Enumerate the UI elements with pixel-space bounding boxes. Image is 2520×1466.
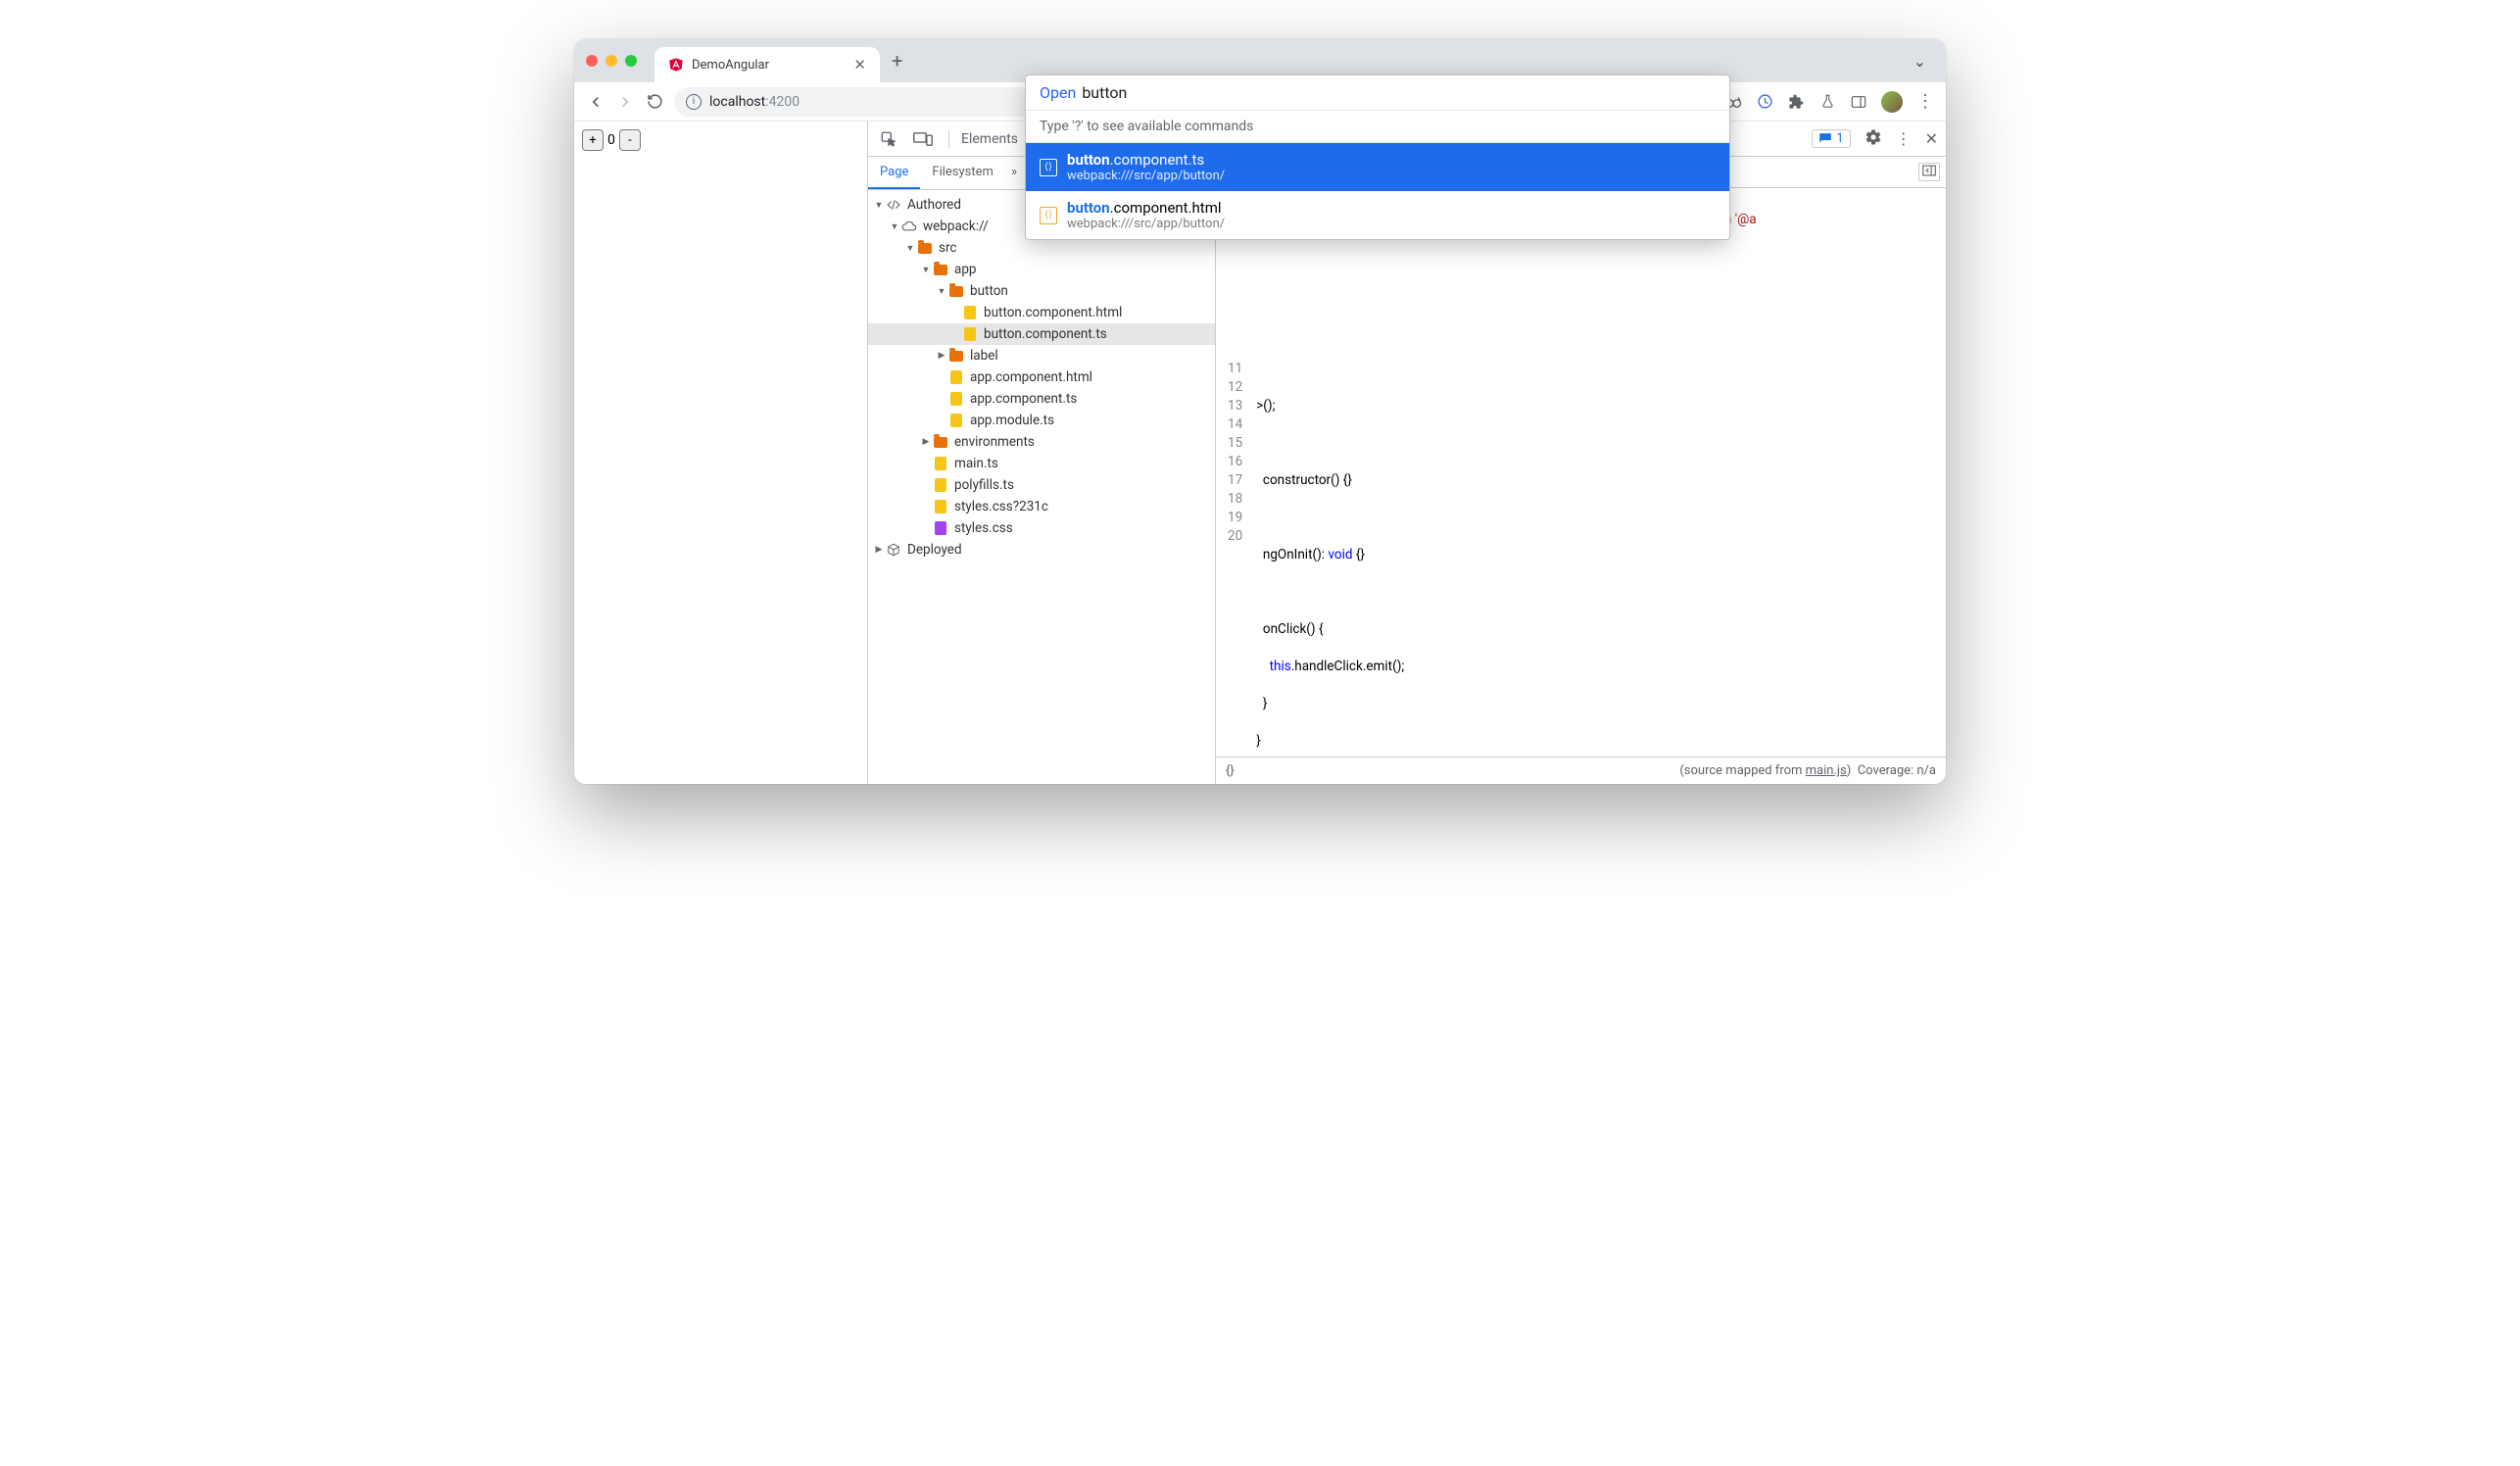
tree-button-html[interactable]: button.component.html — [868, 302, 1215, 323]
tab-elements[interactable]: Elements — [961, 131, 1018, 147]
file-type-icon: ⟨⟩ — [1040, 159, 1057, 176]
back-button[interactable] — [586, 92, 606, 112]
issues-icon — [1818, 132, 1832, 146]
quick-open-dialog: Open Type '?' to see available commands … — [1025, 122, 1730, 240]
code-editor[interactable]: 11 12 13 14 15 16 17 18 19 20 xxxxxxxxxx… — [1216, 188, 1946, 757]
tree-app-module[interactable]: app.module.ts — [868, 410, 1215, 431]
tree-label-folder[interactable]: ▶label — [868, 345, 1215, 366]
extension-icon-3[interactable] — [1756, 93, 1773, 111]
maximize-window-button[interactable] — [625, 55, 637, 67]
issues-count: 1 — [1836, 131, 1843, 146]
file-icon — [933, 477, 948, 493]
new-tab-button[interactable]: + — [892, 49, 902, 73]
tree-app-html[interactable]: app.component.html — [868, 366, 1215, 388]
settings-gear-icon[interactable] — [1865, 128, 1882, 150]
devtools-close-button[interactable]: ✕ — [1925, 129, 1938, 148]
folder-icon — [948, 348, 964, 364]
pretty-print-button[interactable]: {} — [1226, 763, 1235, 778]
line-gutter: 11 12 13 14 15 16 17 18 19 20 — [1216, 188, 1248, 757]
code-content: xxxxxxxxxxxxxxxxxxxxxxxxxxxxxxxxxxxxxxxx… — [1248, 188, 1764, 757]
page-viewport: + 0 - — [574, 122, 868, 784]
source-tree: ▼Authored ▼webpack:// ▼src ▼app ▼button … — [868, 190, 1215, 784]
file-type-icon: ⟨⟩ — [1040, 207, 1057, 224]
tree-styles[interactable]: styles.css — [868, 517, 1215, 539]
close-window-button[interactable] — [586, 55, 598, 67]
site-info-icon[interactable]: i — [686, 94, 702, 110]
url-port: :4200 — [765, 94, 800, 110]
subtab-filesystem[interactable]: Filesystem — [920, 157, 1005, 189]
inspect-element-button[interactable] — [876, 128, 901, 150]
file-icon — [948, 413, 964, 428]
window-controls — [586, 55, 637, 67]
source-map-link[interactable]: main.js — [1806, 763, 1847, 778]
file-icon — [933, 499, 948, 514]
tab-close-button[interactable]: ✕ — [853, 56, 866, 73]
tree-button-ts[interactable]: button.component.ts — [868, 323, 1215, 345]
folder-icon — [933, 262, 948, 277]
tree-environments[interactable]: ▶environments — [868, 431, 1215, 453]
angular-icon — [668, 57, 684, 73]
devtools-toolbar-right: 1 ⋮ ✕ — [1812, 128, 1938, 150]
tree-deployed[interactable]: ▶Deployed — [868, 539, 1215, 561]
folder-icon — [917, 240, 933, 256]
tree-button-folder[interactable]: ▼button — [868, 280, 1215, 302]
devtools-body: Page Filesystem » ▼Authored ▼webpack:// … — [868, 157, 1946, 784]
cube-icon — [886, 542, 901, 558]
file-icon — [962, 326, 978, 342]
content-split: + 0 - Elements Console Sources Network P… — [574, 122, 1946, 784]
labs-flask-icon[interactable] — [1818, 93, 1836, 111]
status-right: (source mapped from main.js) Coverage: n… — [1679, 763, 1936, 778]
file-icon — [933, 456, 948, 471]
quick-open-hint: Type '?' to see available commands — [1026, 122, 1729, 143]
editor-statusbar: {} (source mapped from main.js) Coverage… — [1216, 757, 1946, 784]
decrement-button[interactable]: - — [619, 129, 641, 151]
tree-app-ts[interactable]: app.component.ts — [868, 388, 1215, 410]
minimize-window-button[interactable] — [606, 55, 617, 67]
divider — [948, 130, 949, 148]
quick-open-result[interactable]: ⟨⟩ button.component.ts webpack:///src/ap… — [1026, 143, 1729, 191]
tree-app[interactable]: ▼app — [868, 259, 1215, 280]
file-icon — [948, 369, 964, 385]
tree-styles-q[interactable]: styles.css?231c — [868, 496, 1215, 517]
devtools-menu-button[interactable]: ⋮ — [1896, 129, 1912, 148]
issues-button[interactable]: 1 — [1812, 129, 1850, 148]
coverage-text: Coverage: n/a — [1858, 763, 1936, 778]
extensions-puzzle-icon[interactable] — [1787, 93, 1805, 111]
browser-menu-button[interactable]: ⋮ — [1916, 93, 1934, 111]
tree-main[interactable]: main.ts — [868, 453, 1215, 474]
quick-open-result[interactable]: ⟨⟩ button.component.html webpack:///src/… — [1026, 191, 1729, 239]
folder-icon — [933, 434, 948, 450]
forward-button[interactable] — [615, 92, 635, 112]
tab-title: DemoAngular — [692, 58, 846, 73]
browser-tab[interactable]: DemoAngular ✕ — [654, 47, 880, 82]
subtab-page[interactable]: Page — [868, 157, 920, 189]
tree-src[interactable]: ▼src — [868, 237, 1215, 259]
cloud-icon — [901, 219, 917, 234]
counter-value: 0 — [604, 132, 619, 148]
sidepanel-icon[interactable] — [1850, 93, 1867, 111]
subtab-overflow[interactable]: » — [1005, 157, 1023, 189]
profile-avatar[interactable] — [1881, 91, 1903, 113]
increment-button[interactable]: + — [582, 129, 604, 151]
tree-polyfills[interactable]: polyfills.ts — [868, 474, 1215, 496]
code-icon — [886, 197, 901, 213]
devtools-panel: Elements Console Sources Network Perform… — [868, 122, 1946, 784]
file-icon — [948, 391, 964, 407]
toggle-sidebar-button[interactable] — [1918, 163, 1940, 181]
url-host: localhost — [709, 94, 765, 110]
file-icon — [962, 305, 978, 320]
counter-widget: + 0 - — [582, 129, 859, 151]
editor-area: 11 12 13 14 15 16 17 18 19 20 xxxxxxxxxx… — [1216, 157, 1946, 784]
file-icon — [933, 520, 948, 536]
folder-icon — [948, 283, 964, 299]
tabs-dropdown-button[interactable]: ⌄ — [1906, 48, 1934, 74]
device-toolbar-button[interactable] — [909, 129, 937, 149]
browser-window: DemoAngular ✕ + ⌄ i localhost:4200 ⋮ — [574, 39, 1946, 784]
sources-sidebar: Page Filesystem » ▼Authored ▼webpack:// … — [868, 157, 1216, 784]
reload-button[interactable] — [645, 92, 664, 112]
